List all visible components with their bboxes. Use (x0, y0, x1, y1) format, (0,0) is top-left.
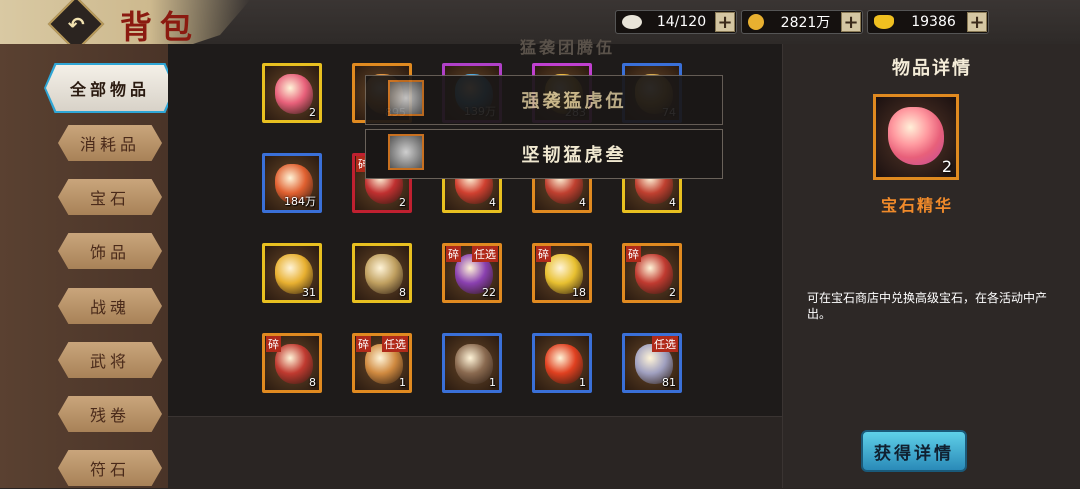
add-rice-button[interactable]: + (715, 12, 735, 33)
item-count: 184万 (284, 195, 316, 208)
detail-description: 可在宝石商店中兑换高级宝石，在各活动中产出。 (807, 291, 1048, 321)
tab-all-items[interactable]: 全部物品 (46, 65, 174, 111)
fragment-tag: 碎 (356, 336, 371, 352)
back-arrow-icon: ↶ (67, 11, 85, 36)
fragment-tag: 碎 (536, 246, 551, 262)
optional-tag: 任选 (652, 336, 678, 352)
gem-essence-icon (888, 107, 944, 165)
inventory-slot[interactable]: 31 (262, 243, 322, 303)
tooltip-item-2[interactable]: 坚韧猛虎叁 (365, 129, 723, 179)
skull-chest-icon (455, 344, 493, 384)
item-count: 1 (399, 376, 406, 389)
tooltip-label: 坚韧猛虎叁 (521, 145, 627, 166)
page-title: 背包 (120, 8, 201, 46)
item-count: 31 (302, 286, 316, 299)
item-count: 1 (489, 376, 496, 389)
inventory-slot[interactable]: 碎 18 (532, 243, 592, 303)
detail-item-frame: 2 (873, 94, 959, 180)
tab-fragments[interactable]: 残卷 (58, 396, 162, 432)
grid-footer (168, 416, 782, 489)
item-count: 18 (572, 286, 586, 299)
item-count: 2 (399, 196, 406, 209)
resource-value: 14/120 (656, 14, 707, 30)
detail-item-name: 宝石精华 (880, 196, 953, 215)
gem-essence-icon (275, 74, 313, 114)
gold-ingot-icon (874, 15, 894, 29)
tooltip-item-1[interactable]: 强袭猛虎伍 (365, 75, 723, 125)
add-coin-button[interactable]: + (841, 12, 861, 33)
tab-accessories[interactable]: 饰品 (58, 233, 162, 269)
lucky-bag-icon (545, 344, 583, 384)
resource-rice: 14/120 + (615, 10, 737, 34)
copper-coin-icon (748, 14, 764, 30)
tab-runestones[interactable]: 符石 (58, 450, 162, 486)
item-count: 8 (309, 376, 316, 389)
get-details-button[interactable]: 获得详情 (861, 430, 967, 472)
inventory-slot[interactable]: 任选 81 (622, 333, 682, 393)
rice-ball-icon (622, 15, 642, 29)
tab-consumables[interactable]: 消耗品 (58, 125, 162, 161)
inventory-slot[interactable]: 1 (442, 333, 502, 393)
inventory-slot[interactable]: 碎任选 1 (352, 333, 412, 393)
tooltip-label: 强袭猛虎伍 (521, 91, 627, 112)
tab-gems[interactable]: 宝石 (58, 179, 162, 215)
item-count: 1 (579, 376, 586, 389)
inventory-slot[interactable]: 碎8 (262, 333, 322, 393)
tab-generals[interactable]: 武将 (58, 342, 162, 378)
tiger-head-icon (388, 134, 424, 170)
detail-item-count: 2 (941, 157, 952, 176)
fragment-tag: 碎 (266, 336, 281, 352)
resource-value: 2821万 (780, 15, 831, 31)
item-count: 81 (662, 376, 676, 389)
resource-coin: 2821万 + (741, 10, 863, 34)
inventory-slot[interactable]: 碎2 (622, 243, 682, 303)
detail-panel: 物品详情 2 宝石精华 可在宝石商店中兑换高级宝石，在各活动中产出。 获得详情 (782, 44, 1080, 488)
optional-tag: 任选 (382, 336, 408, 352)
add-ingot-button[interactable]: + (967, 12, 987, 33)
item-count: 4 (489, 196, 496, 209)
item-count: 4 (579, 196, 586, 209)
item-count: 2 (669, 286, 676, 299)
fragment-tag: 碎 (626, 246, 641, 262)
item-count: 22 (482, 286, 496, 299)
tab-war-souls[interactable]: 战魂 (58, 288, 162, 324)
fragment-tag: 碎 (446, 246, 461, 262)
resource-value: 19386 (911, 14, 956, 30)
resource-ingot: 19386 + (867, 10, 989, 34)
inventory-slot[interactable]: 碎任选 22 (442, 243, 502, 303)
inventory-slot[interactable]: 2 (262, 63, 322, 123)
optional-tag: 任选 (472, 246, 498, 262)
detail-title: 物品详情 (892, 58, 972, 79)
inventory-slot[interactable]: 8 (352, 243, 412, 303)
item-count: 4 (669, 196, 676, 209)
gold-pile-chest-icon (365, 254, 403, 294)
background-popup-label: 猛袭团腾伍 (520, 38, 616, 57)
tiger-head-icon (388, 80, 424, 116)
inventory-slot[interactable]: 184万 (262, 153, 322, 213)
item-count: 8 (399, 286, 406, 299)
background-popup-icon (389, 24, 425, 60)
inventory-slot[interactable]: 1 (532, 333, 592, 393)
item-count: 2 (309, 106, 316, 119)
